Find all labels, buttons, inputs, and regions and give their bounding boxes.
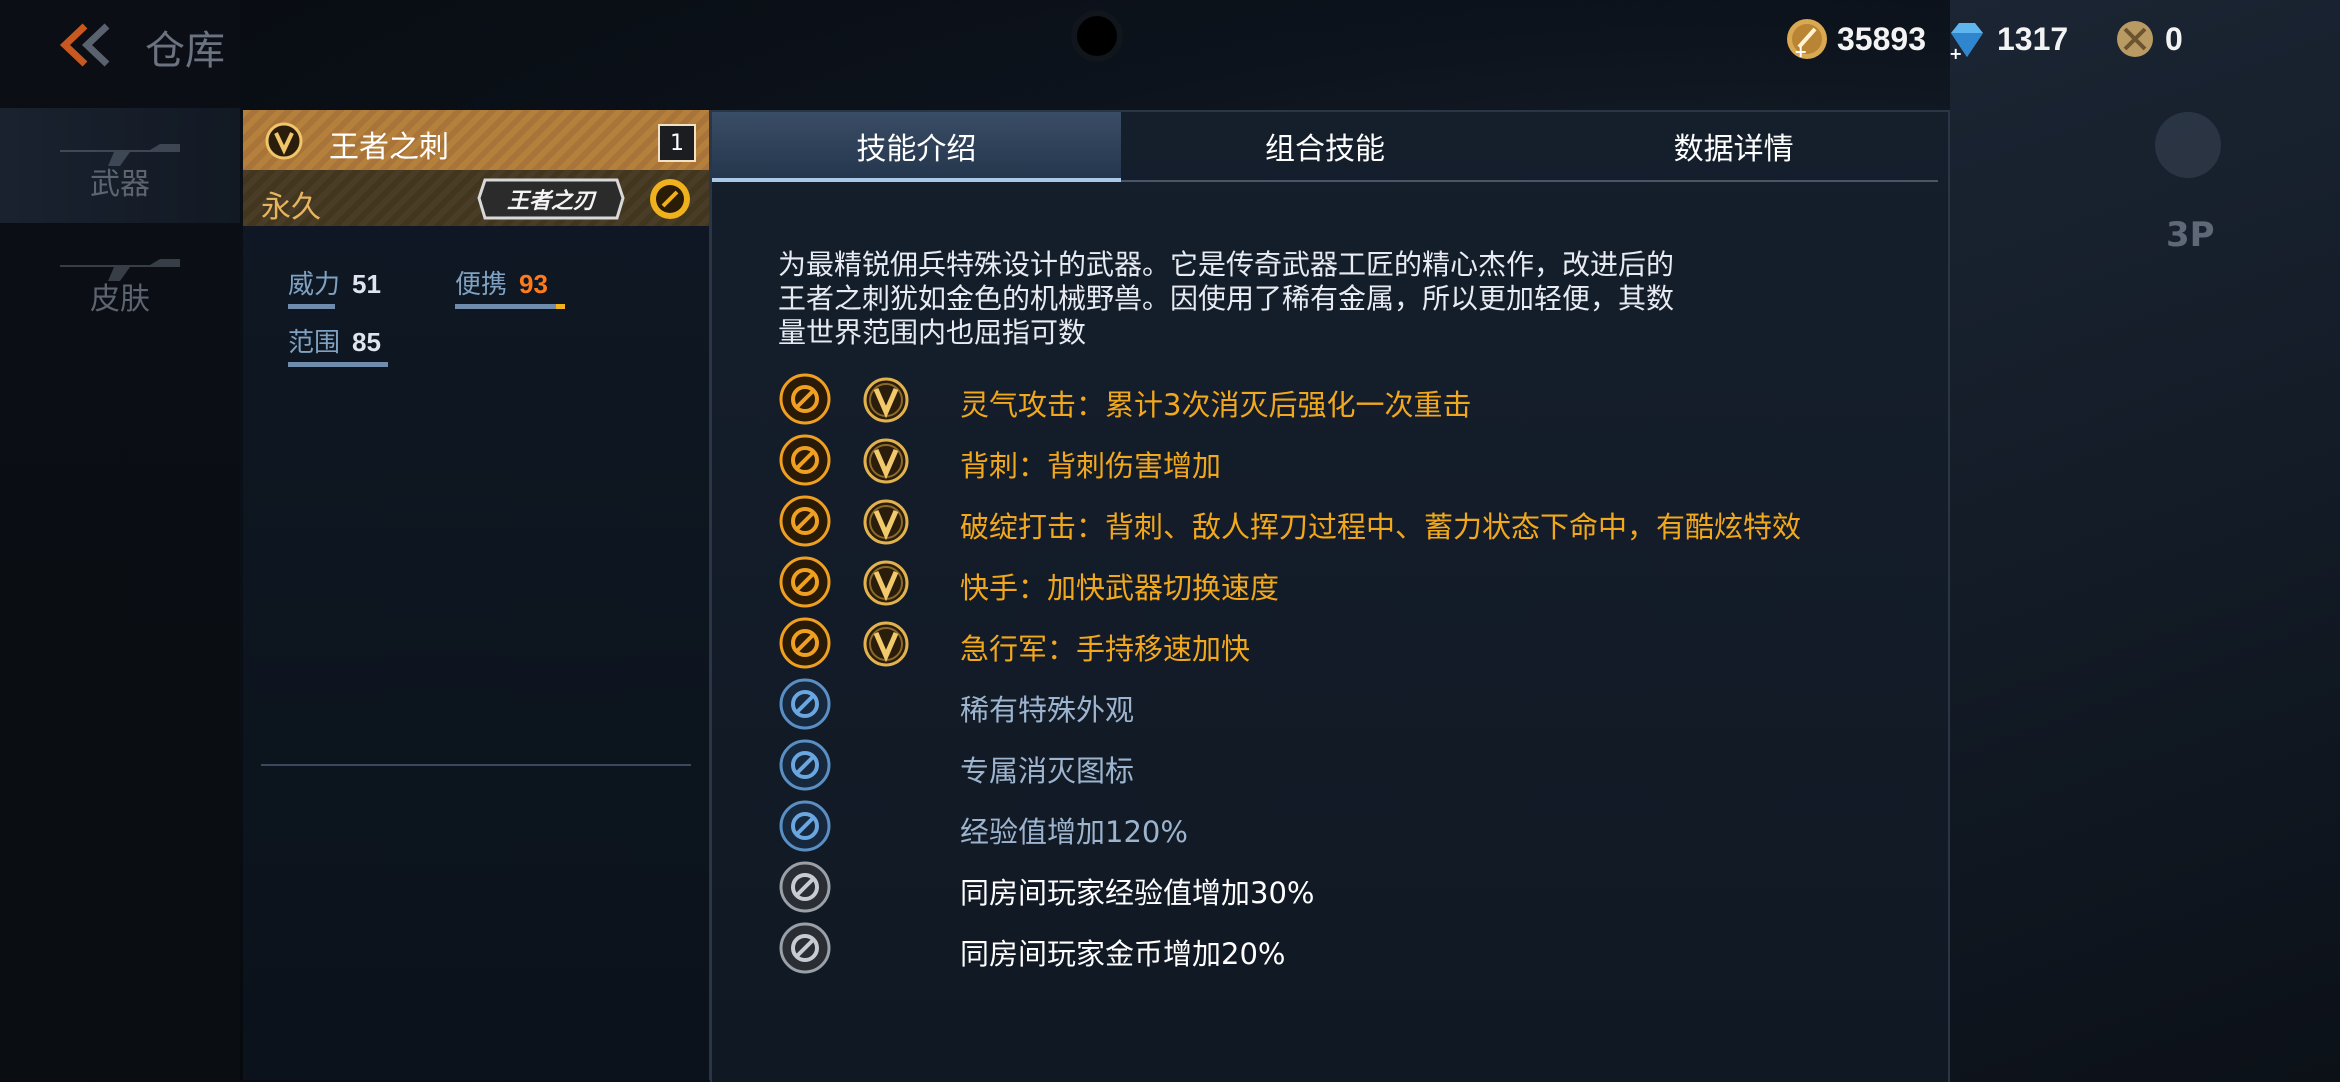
- vip-v-icon: [265, 122, 303, 160]
- skill-text: 专属消灭图标: [960, 754, 1135, 788]
- skill-row: 同房间玩家金币增加20%: [778, 921, 1928, 977]
- honor-coin-icon: [2117, 21, 2153, 57]
- diamond-amount: 1317: [1997, 20, 2069, 57]
- rifle-icon: [60, 144, 180, 166]
- diamond-icon: +: [1949, 23, 1983, 61]
- sidebar-item-skins[interactable]: 皮肤: [0, 223, 240, 338]
- skill-row: 同房间玩家经验值增加30%: [778, 860, 1928, 916]
- skill-row: 稀有特殊外观: [778, 677, 1928, 733]
- tab-data-details[interactable]: 数据详情: [1529, 112, 1938, 180]
- third-person-view-button[interactable]: 3P: [2166, 215, 2215, 255]
- skill-detail-panel: 技能介绍 组合技能 数据详情 为最精锐佣兵特殊设计的武器。它是传奇武器工匠的精心…: [710, 110, 1950, 1082]
- aura-attack-icon: [779, 373, 831, 425]
- sidebar-item-weapons[interactable]: 武器: [0, 108, 240, 223]
- stat-label: 范围: [288, 328, 341, 358]
- skill-row: 破绽打击：背刺、敌人挥刀过程中、蓄力状态下命中，有酷炫特效: [778, 494, 1928, 550]
- vip-v-icon: [863, 560, 909, 606]
- stat-value: 85: [352, 327, 381, 357]
- vip-v-icon: [863, 438, 909, 484]
- description-line: 为最精锐佣兵特殊设计的武器。它是传奇武器工匠的精心杰作，改进后的: [778, 248, 1675, 281]
- skill-text: 稀有特殊外观: [960, 693, 1135, 727]
- tab-combo-skills[interactable]: 组合技能: [1121, 112, 1530, 180]
- stat-bar: [455, 304, 565, 309]
- weapon-subheader: 永久 王者之刃: [243, 170, 709, 226]
- skill-row: 急行军：手持移速加快: [778, 616, 1928, 672]
- weapon-duration: 永久: [261, 190, 321, 225]
- weapon-header: 王者之刺 1: [243, 110, 709, 170]
- room-exp-icon: [779, 861, 831, 913]
- skill-text: 同房间玩家经验值增加30%: [960, 876, 1315, 910]
- rare-appearance-star-icon: [779, 678, 831, 730]
- skill-text: 破绽打击：背刺、敌人挥刀过程中、蓄力状态下命中，有酷炫特效: [960, 510, 1802, 544]
- gold-coin-icon: +: [1787, 19, 1827, 61]
- skill-text: 快手：加快武器切换速度: [960, 571, 1280, 605]
- svg-text:+: +: [1794, 42, 1807, 61]
- weapon-info-panel: 王者之刺 1 永久 王者之刃 威力 51 便携 93 范围 85: [243, 110, 711, 1080]
- skill-text: 急行军：手持移速加快: [960, 632, 1251, 666]
- quick-hand-icon: [779, 556, 831, 608]
- double-chevron-left-icon: [59, 23, 110, 67]
- description-line: 王者之刺犹如金色的机械野兽。因使用了稀有金属，所以更加轻便，其数: [778, 282, 1675, 315]
- honor-amount: 0: [2165, 20, 2183, 57]
- stat-value: 93: [519, 269, 548, 299]
- stat-bar: [288, 362, 388, 367]
- skill-row: 经验值增加120%: [778, 799, 1928, 855]
- tab-skill-intro[interactable]: 技能介绍: [712, 112, 1121, 182]
- exclusive-kill-icon: [779, 739, 831, 791]
- weapon-logo-text: 王者之刃: [507, 188, 597, 214]
- sidebar-nav: 武器 皮肤: [0, 108, 240, 338]
- backstab-icon: [779, 434, 831, 486]
- vip-v-icon: [863, 377, 909, 423]
- weapon-count-badge: 1: [658, 124, 696, 162]
- skill-row: 专属消灭图标: [778, 738, 1928, 794]
- stat-label: 威力: [288, 270, 341, 300]
- top-bar: 仓库 + 35893 + 1317 0: [0, 0, 2340, 90]
- skill-row: 快手：加快武器切换速度: [778, 555, 1928, 611]
- exp-boost-icon: [779, 800, 831, 852]
- panel-divider: [261, 764, 691, 766]
- weapon-name: 王者之刺: [329, 130, 449, 165]
- skill-row: 背刺：背刺伤害增加: [778, 433, 1928, 489]
- gold-amount: 35893: [1837, 20, 1926, 57]
- diamond-currency[interactable]: + 1317: [1945, 14, 2068, 64]
- stat-power: 威力 51: [288, 264, 381, 309]
- page-title: 仓库: [145, 28, 225, 74]
- honor-currency[interactable]: 0: [2113, 14, 2183, 64]
- skill-text: 同房间玩家金币增加20%: [960, 937, 1286, 971]
- back-button[interactable]: [55, 22, 115, 68]
- stat-bar: [288, 304, 335, 309]
- stat-portability: 便携 93: [455, 264, 565, 309]
- room-gold-icon: [779, 922, 831, 974]
- stat-range: 范围 85: [288, 322, 388, 367]
- skill-row: 灵气攻击：累计3次消灭后强化一次重击: [778, 372, 1928, 428]
- gold-currency[interactable]: + 35893: [1785, 14, 1926, 64]
- svg-text:+: +: [1949, 44, 1962, 61]
- skill-text: 经验值增加120%: [960, 815, 1188, 849]
- weapon-description: 为最精锐佣兵特殊设计的武器。它是传奇武器工匠的精心杰作，改进后的 王者之刺犹如金…: [778, 248, 1888, 350]
- stat-label: 便携: [455, 270, 508, 300]
- stat-value: 51: [352, 269, 381, 299]
- rotate-view-button[interactable]: [2155, 112, 2221, 178]
- weakpoint-strike-icon: [779, 495, 831, 547]
- tab-bar: 技能介绍 组合技能 数据详情: [712, 112, 1938, 182]
- forced-march-icon: [779, 617, 831, 669]
- rifle-skin-icon: [60, 259, 180, 281]
- description-line: 量世界范围内也屈指可数: [778, 316, 1087, 349]
- background-right: [1950, 0, 2340, 1080]
- vip-v-icon: [863, 621, 909, 667]
- skill-text: 背刺：背刺伤害增加: [960, 449, 1222, 483]
- vip-v-icon: [863, 499, 909, 545]
- skill-text: 灵气攻击：累计3次消灭后强化一次重击: [960, 388, 1472, 422]
- weapon-brand-logo: 王者之刃: [477, 178, 625, 220]
- camera-notch: [1077, 16, 1117, 56]
- crosshair-target-icon: [650, 179, 690, 219]
